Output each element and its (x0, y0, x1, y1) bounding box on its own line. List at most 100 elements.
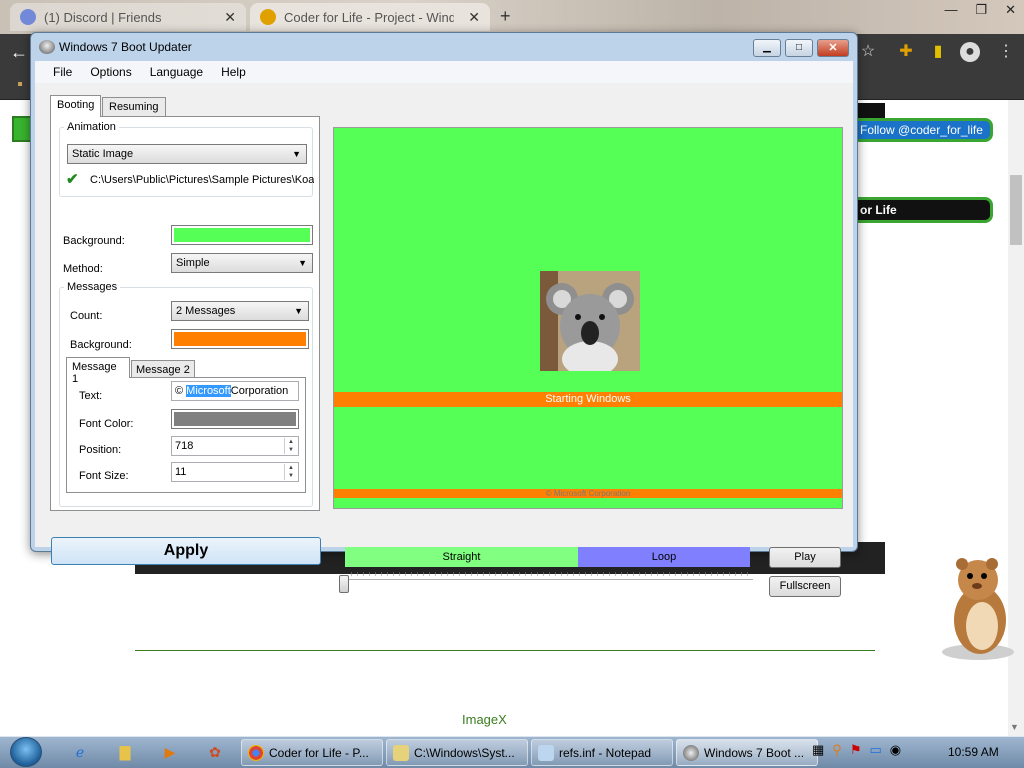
notepad-icon (393, 744, 409, 761)
font-size-label: Font Size: (79, 470, 129, 482)
message-text-input[interactable]: © MicrosoftCorporation (171, 381, 299, 401)
restore-icon[interactable]: ❐ (975, 2, 987, 18)
profile-icon[interactable]: ● (960, 42, 980, 62)
system-tray: ▦ ⚲ ⚑ ▭ ◉ (812, 742, 901, 758)
background-color-picker[interactable] (171, 225, 313, 245)
notepad-icon (538, 744, 554, 761)
discord-icon (20, 9, 36, 25)
menu-language[interactable]: Language (141, 65, 212, 79)
close-button[interactable]: ✕ (817, 39, 849, 57)
imagex-label[interactable]: ImageX (462, 712, 507, 727)
menu-options[interactable]: Options (81, 65, 140, 79)
window-client-area: File Options Language Help Booting Resum… (35, 61, 853, 597)
chevron-down-icon: ▼ (294, 306, 303, 316)
selected-text: Microsoft (186, 385, 231, 397)
minimize-icon[interactable]: — (944, 2, 957, 18)
menu-icon[interactable]: ⋮ (996, 42, 1016, 62)
animation-type-select[interactable]: Static Image ▼ (67, 144, 307, 164)
slider-ticks (351, 572, 751, 576)
boot-updater-window: Windows 7 Boot Updater ▁ □ ✕ File Option… (30, 32, 858, 597)
browser-window-controls: — ❐ ✕ (944, 2, 1016, 18)
timeline-slider-track[interactable] (345, 579, 753, 583)
taskbar-cmd[interactable]: C:\Windows\Syst... (386, 739, 528, 766)
position-stepper[interactable]: 718 ▲ ▼ (171, 436, 299, 456)
tab-message-1[interactable]: Message 1 (66, 357, 130, 385)
messages-group: Messages Count: 2 Messages ▼ Background:… (59, 281, 313, 507)
tab-resuming[interactable]: Resuming (102, 97, 166, 117)
start-button[interactable] (10, 737, 42, 767)
boot-preview: Starting Windows © Microsoft Corporation (333, 127, 843, 509)
apply-button[interactable]: Apply (51, 537, 321, 565)
method-label: Method: (63, 263, 103, 275)
chevron-down-icon: ▼ (298, 258, 307, 268)
search-icon[interactable]: ⚲ (832, 742, 842, 758)
animation-group: Animation Static Image ▼ ✔ C:\Users\Publ… (59, 121, 314, 197)
spin-arrows-icon[interactable]: ▲ ▼ (284, 438, 297, 454)
taskbar-chrome[interactable]: Coder for Life - P... (241, 739, 383, 766)
close-icon[interactable]: ✕ (1005, 2, 1016, 18)
taskbar-notepad[interactable]: refs.inf - Notepad (531, 739, 673, 766)
hamster-mascot-icon (942, 558, 1014, 660)
method-select[interactable]: Simple ▼ (171, 253, 313, 273)
monitor-icon[interactable]: ▭ (869, 742, 881, 758)
back-arrow-icon[interactable]: ← (10, 42, 28, 63)
chrome-icon (248, 744, 264, 761)
chevron-down-icon: ▼ (292, 149, 301, 159)
preview-message-2: © Microsoft Corporation (334, 489, 842, 498)
font-size-stepper[interactable]: 11 ▲ ▼ (171, 462, 299, 482)
group-title: Messages (64, 281, 121, 293)
booting-tab-page: Animation Static Image ▼ ✔ C:\Users\Publ… (50, 116, 320, 511)
font-color-label: Font Color: (79, 418, 134, 430)
minimize-button[interactable]: ▁ (753, 39, 781, 57)
media-player-icon[interactable]: ▶ (160, 742, 180, 762)
bookmark-icon[interactable]: ▪ (10, 75, 30, 95)
messages-background-label: Background: (70, 339, 132, 351)
explorer-icon[interactable]: ▇ (115, 742, 135, 762)
fullscreen-button[interactable]: Fullscreen (769, 576, 841, 597)
font-color-picker[interactable] (171, 409, 299, 429)
new-tab-button[interactable]: + (500, 6, 511, 27)
message-count-select[interactable]: 2 Messages ▼ (171, 301, 309, 321)
volume-icon[interactable]: ◉ (890, 742, 901, 758)
position-label: Position: (79, 444, 122, 456)
star-icon[interactable]: ☆ (858, 42, 878, 62)
internet-explorer-icon[interactable]: ℯ (70, 742, 90, 762)
messages-background-color-picker[interactable] (171, 329, 309, 349)
timeline-slider-thumb[interactable] (339, 575, 349, 593)
maximize-button[interactable]: □ (785, 39, 813, 57)
menu-file[interactable]: File (44, 65, 81, 79)
close-icon[interactable]: ✕ (224, 9, 236, 26)
browser-tab-coder[interactable]: Coder for Life - Project - Windo ✕ (250, 3, 490, 31)
extensions-icon[interactable]: ✚ (896, 42, 916, 62)
animation-path[interactable]: C:\Users\Public\Pictures\Sample Pictures… (90, 174, 314, 186)
count-label: Count: (70, 310, 103, 322)
title-bar[interactable]: Windows 7 Boot Updater ▁ □ ✕ (31, 33, 857, 61)
timeline-loop-segment[interactable]: Loop (578, 547, 750, 567)
paint-icon[interactable]: ✿ (205, 742, 225, 762)
app-icon (39, 40, 55, 54)
close-icon[interactable]: ✕ (468, 9, 480, 26)
coder-for-life-bar[interactable]: or Life (845, 197, 993, 223)
play-button[interactable]: Play (769, 547, 841, 568)
message-1-page: Text: © MicrosoftCorporation Font Color:… (66, 377, 306, 493)
text-label: Text: (79, 390, 103, 402)
font-color-swatch (174, 412, 296, 426)
menu-help[interactable]: Help (212, 65, 255, 79)
check-icon: ✔ (66, 171, 79, 188)
clock[interactable]: 10:59 AM (948, 745, 999, 759)
spin-arrows-icon[interactable]: ▲ ▼ (284, 464, 297, 480)
app-icon (683, 744, 699, 761)
taskbar-boot-updater[interactable]: Windows 7 Boot ... (676, 739, 818, 766)
sidepanel-icon[interactable]: ▮ (928, 42, 948, 62)
timeline-straight-segment[interactable]: Straight (345, 547, 578, 567)
scrollbar-thumb[interactable] (1010, 175, 1022, 245)
tab-label: (1) Discord | Friends (44, 9, 162, 25)
follow-button[interactable]: Follow @coder_for_life (845, 118, 993, 142)
page-green-button[interactable] (12, 116, 32, 142)
scroll-down-icon[interactable]: ▼ (1010, 722, 1019, 732)
tab-booting[interactable]: Booting (50, 95, 102, 117)
tray-app-icon[interactable]: ▦ (812, 742, 824, 758)
flag-icon[interactable]: ⚑ (850, 742, 862, 758)
browser-tab-discord[interactable]: (1) Discord | Friends ✕ (10, 3, 246, 31)
site-icon (260, 9, 276, 25)
